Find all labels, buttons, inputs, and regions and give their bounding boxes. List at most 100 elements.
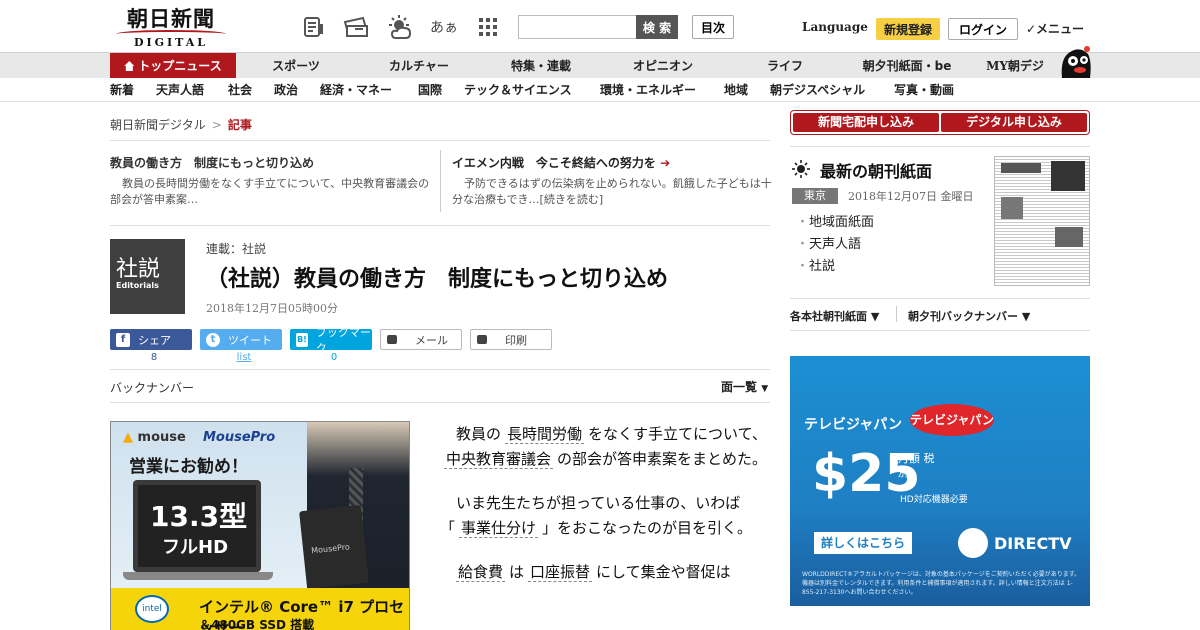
printer-icon	[477, 335, 487, 344]
prefecture-badge[interactable]: 東京	[792, 188, 838, 204]
apps-grid-icon[interactable]	[474, 14, 502, 40]
regional-paper-dropdown[interactable]: 各本社朝刊紙面 ▼	[790, 308, 879, 324]
paragraph: いま先生たちが担っている仕事の、いわば「 事業仕分け 」をおこなったのが目を引く。	[440, 491, 770, 541]
nav-environment[interactable]: 環境・エネルギー	[600, 78, 696, 102]
subscribe-box: 新聞宅配申し込み デジタル申し込み	[790, 110, 1090, 135]
related-article-2[interactable]: イエメン内戦 今こそ終結への努力を ➔ 予防できるはずの伝染病を止められない。飢…	[452, 154, 772, 208]
thumb-block	[1001, 197, 1023, 219]
twitter-share-count[interactable]: list	[203, 352, 285, 363]
all-pages-label: 面一覧	[721, 380, 758, 394]
thumb-block	[1055, 227, 1083, 247]
facebook-share-button[interactable]: f シェア	[110, 329, 192, 350]
nav-opinion[interactable]: オピニオン	[600, 53, 726, 79]
newspaper-icon[interactable]	[300, 14, 328, 40]
related-title-text: イエメン内戦 今こそ終結への努力を	[452, 156, 656, 170]
breadcrumb-current: 記事	[227, 118, 252, 132]
nav-tenseijingo[interactable]: 天声人語	[156, 78, 204, 102]
nav-special[interactable]: 朝デジスペシャル	[770, 78, 865, 102]
divider	[790, 146, 1090, 147]
keyword-link[interactable]: 口座振替	[528, 563, 593, 582]
article-body: 教員の 長時間労働 をなくす手立てについて、中央教育審議会 の部会が答申素案をまとめた…	[440, 422, 770, 604]
nav-my-asadigi[interactable]: MY朝デジ	[970, 53, 1060, 79]
nav-economy[interactable]: 経済・マネー	[320, 78, 392, 102]
sun-icon	[792, 160, 810, 178]
related-article-1[interactable]: 教員の働き方 制度にもっと切り込め 教員の長時間労働をなくす手立てについて、中央…	[110, 154, 430, 208]
backnumber-label[interactable]: バックナンバー	[110, 379, 194, 396]
nav-international[interactable]: 国際	[418, 78, 442, 102]
nav-politics[interactable]: 政治	[274, 78, 298, 102]
site-logo[interactable]: 朝日新聞 DIGITAL	[112, 6, 230, 49]
font-size-icon[interactable]: あぁ	[430, 14, 458, 40]
secondary-nav: 新着 天声人語 社会 政治 経済・マネー 国際 テック＆サイエンス 環境・エネル…	[0, 78, 1200, 102]
facebook-share-count: 8	[150, 352, 158, 363]
hatena-bookmark-button[interactable]: B! ブックマーク	[290, 326, 372, 355]
caret-down-icon: ▼	[761, 384, 769, 394]
series-label[interactable]: 連載：社説	[206, 240, 266, 257]
keyword-link[interactable]: 長時間労働	[505, 425, 585, 444]
register-button[interactable]: 新規登録	[876, 18, 940, 40]
print-button[interactable]: 印刷	[470, 329, 552, 350]
ad-brand: テレビジャパン	[804, 417, 902, 433]
twitter-share-button[interactable]: t ツイート	[200, 329, 282, 350]
nav-photo-video[interactable]: 写真・動画	[894, 78, 954, 102]
divider	[790, 298, 1090, 299]
nav-top-news[interactable]: トップニュース	[110, 53, 236, 79]
keyword-link[interactable]: 給食費	[456, 563, 506, 582]
site-header: 朝日新聞 DIGITAL あぁ 検 索 目次 Language 新規登録 ログイ…	[0, 0, 1200, 52]
related-summary: 予防できるはずの伝染病を止められない。飢餓した子どもは十分な治療もでき…[続きを…	[452, 177, 772, 206]
breadcrumb-separator: >	[211, 118, 222, 132]
paper-links: 地域面紙面 天声人語 社説	[796, 212, 874, 278]
subscribe-digital-button[interactable]: デジタル申し込み	[941, 113, 1087, 132]
weather-icon[interactable]	[386, 14, 414, 40]
search-button[interactable]: 検 索	[636, 15, 678, 39]
primary-nav: トップニュース スポーツ カルチャー 特集・連載 オピニオン ライフ 朝夕刊紙面…	[0, 52, 1200, 79]
all-pages-dropdown[interactable]: 面一覧 ▼	[721, 378, 768, 395]
paragraph: 教員の 長時間労働 をなくす手立てについて、中央教育審議会 の部会が答申素案をまとめた…	[440, 422, 770, 472]
nav-region[interactable]: 地域	[724, 78, 748, 102]
page-title: （社説）教員の働き方 制度にもっと切り込め	[206, 267, 669, 292]
divider	[110, 140, 770, 141]
language-link[interactable]: Language	[802, 20, 868, 34]
paper-link[interactable]: 天声人語	[796, 234, 874, 256]
paper-date: 2018年12月07日 金曜日	[848, 190, 974, 203]
subscribe-home-button[interactable]: 新聞宅配申し込み	[793, 113, 939, 132]
pc-advertisement[interactable]: ▲ mouse MousePro 営業にお勧め！ 13.3型 フルHD Mous…	[110, 421, 410, 630]
login-button[interactable]: ログイン	[948, 18, 1018, 40]
paper-link[interactable]: 地域面紙面	[796, 212, 874, 234]
mail-button[interactable]: メール	[380, 329, 462, 350]
nav-tech-science[interactable]: テック＆サイエンス	[464, 78, 572, 102]
article-date: 2018年12月7日05時00分	[206, 302, 338, 315]
nav-society[interactable]: 社会	[228, 78, 252, 102]
mascot-icon[interactable]	[1058, 44, 1092, 78]
divider	[790, 330, 1090, 331]
breadcrumb-home[interactable]: 朝日新聞デジタル	[110, 118, 206, 132]
menu-button[interactable]: ✓メニュー	[1026, 20, 1084, 37]
breadcrumb: 朝日新聞デジタル > 記事	[110, 116, 252, 133]
nav-paper[interactable]: 朝夕刊紙面・be	[844, 53, 970, 79]
home-icon	[124, 61, 135, 71]
editorials-logo-en: Editorials	[116, 281, 159, 290]
editorials-logo-kanji: 社説	[116, 257, 161, 282]
hatena-share-count: 0	[330, 352, 338, 363]
ticket-icon[interactable]	[342, 14, 370, 40]
text: にして集金や督促は	[596, 563, 731, 581]
ad-details-button[interactable]: 詳しくはこちら	[814, 532, 912, 554]
ad-brand: ▲ mouse	[123, 430, 186, 445]
nav-latest[interactable]: 新着	[110, 78, 134, 102]
ad-headline: 営業にお勧め！	[129, 457, 248, 477]
newspaper-thumbnail[interactable]	[994, 156, 1090, 286]
tv-advertisement[interactable]: テレビジャパン テレビジャパン $25 月額 税別 HD対応機器必要 詳しくはこ…	[790, 356, 1090, 606]
share-label: 印刷	[505, 333, 527, 347]
nav-culture[interactable]: カルチャー	[356, 53, 482, 79]
toc-button[interactable]: 目次	[692, 15, 734, 39]
keyword-link[interactable]: 中央教育審議会	[444, 450, 554, 469]
ad-price-unit: 月額 税別	[898, 452, 935, 479]
nav-life[interactable]: ライフ	[726, 53, 844, 79]
nav-features[interactable]: 特集・連載	[482, 53, 600, 79]
paper-link[interactable]: 社説	[796, 256, 874, 278]
backnumber-dropdown[interactable]: 朝夕刊バックナンバー ▼	[908, 308, 1030, 324]
text: の部会が答申素案をまとめた。	[557, 450, 768, 468]
nav-sports[interactable]: スポーツ	[236, 53, 356, 79]
keyword-link[interactable]: 事業仕分け	[459, 519, 539, 538]
search-input[interactable]	[518, 15, 636, 39]
